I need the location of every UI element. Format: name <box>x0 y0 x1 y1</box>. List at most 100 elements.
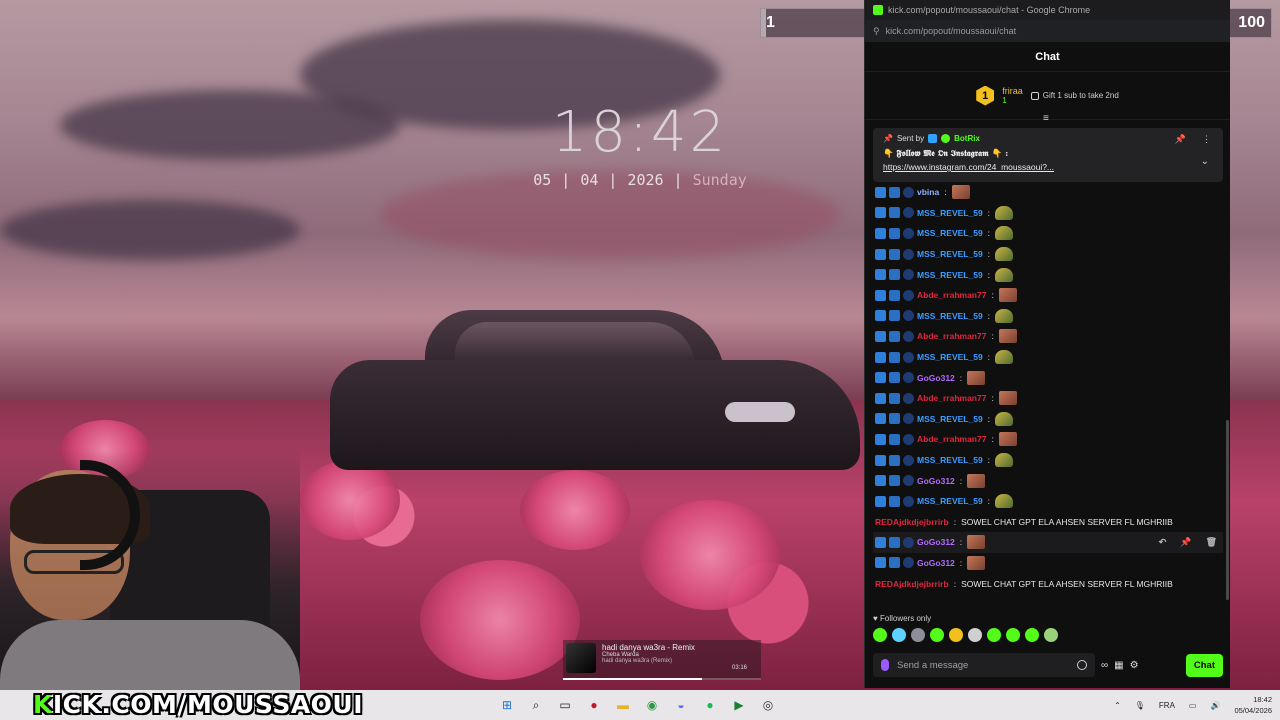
window-titlebar[interactable]: kick.com/popout/moussaoui/chat - Google … <box>865 0 1230 20</box>
chat-username[interactable]: MSS_REVEL_59 <box>917 496 983 506</box>
taskbar-clock[interactable]: 18:42 05/04/2026 <box>1234 694 1272 716</box>
chevron-down-icon[interactable]: ⌄ <box>1201 156 1209 167</box>
chat-message[interactable]: MSS_REVEL_59: <box>873 491 1223 512</box>
chat-input[interactable]: Send a message <box>873 653 1095 677</box>
collapse-pinned-icon[interactable]: ≡ <box>1043 113 1049 124</box>
chat-message[interactable]: MSS_REVEL_59: <box>873 264 1223 285</box>
track-subtitle: hadi danya wa3ra (Remix) <box>602 658 673 664</box>
discord-icon[interactable]: ◒ <box>671 695 691 715</box>
chat-message[interactable]: Abde_rrahman77: <box>873 388 1223 409</box>
clock-time: 18:42 <box>551 100 729 165</box>
chat-username[interactable]: Abde_rrahman77 <box>917 393 986 403</box>
chat-message[interactable]: MSS_REVEL_59: <box>873 244 1223 265</box>
emote-button[interactable] <box>1044 628 1058 642</box>
microphone-tray-icon[interactable]: 🎙 <box>1135 701 1145 710</box>
language-indicator[interactable]: FRA <box>1159 701 1175 710</box>
chat-username[interactable]: MSS_REVEL_59 <box>917 270 983 280</box>
site-info-icon[interactable]: ⚲ <box>873 26 880 37</box>
start-icon[interactable]: ⊞ <box>497 695 517 715</box>
gift-sub-button[interactable]: Gift 1 sub to take 2nd <box>1030 91 1119 100</box>
send-chat-button[interactable]: Chat <box>1185 653 1223 677</box>
chat-message[interactable]: REDAjdkdjejbrrirb: SOWEL CHAT GPT ELA AHS… <box>873 573 1223 594</box>
unpin-icon[interactable]: 📌 <box>1175 134 1186 145</box>
chat-username[interactable]: REDAjdkdjejbrrirb <box>875 579 949 589</box>
mod-badge-icon <box>875 248 886 260</box>
volume-icon[interactable]: 🔊 <box>1210 701 1220 710</box>
chat-username[interactable]: Abde_rrahman77 <box>917 434 986 444</box>
delete-icon[interactable]: 🗑 <box>1206 537 1217 548</box>
emote-button[interactable] <box>987 628 1001 642</box>
car-image <box>330 310 860 470</box>
chat-message[interactable]: vbina: <box>873 182 1223 203</box>
terminal-icon[interactable]: ▶ <box>729 695 749 715</box>
chat-username[interactable]: MSS_REVEL_59 <box>917 352 983 362</box>
gifter-name[interactable]: friraa <box>1002 86 1023 96</box>
turtle-emote-icon <box>995 267 1014 282</box>
emote-button[interactable] <box>949 628 963 642</box>
og-badge-icon <box>903 269 914 281</box>
pin-message-icon[interactable]: 📌 <box>1180 537 1191 548</box>
chat-username[interactable]: GoGo312 <box>917 373 955 383</box>
obs-icon[interactable]: ◎ <box>758 695 778 715</box>
chat-username[interactable]: MSS_REVEL_59 <box>917 414 983 424</box>
chat-username[interactable]: GoGo312 <box>917 476 955 486</box>
chat-username[interactable]: REDAjdkdjejbrrirb <box>875 517 949 527</box>
gifter-rank-badge: 1 <box>976 85 995 106</box>
chat-message[interactable]: Abde_rrahman77: <box>873 326 1223 347</box>
emote-button[interactable] <box>892 628 906 642</box>
chat-username[interactable]: MSS_REVEL_59 <box>917 311 983 321</box>
clock-weekday: Sunday <box>692 171 747 189</box>
emote-button[interactable] <box>911 628 925 642</box>
tray-chevron-up-icon[interactable]: ⌃ <box>1114 701 1121 710</box>
chat-message[interactable]: MSS_REVEL_59: <box>873 223 1223 244</box>
reply-icon[interactable]: ↶ <box>1159 537 1167 548</box>
infinity-icon[interactable]: ∞ <box>1101 660 1108 671</box>
chat-username[interactable]: MSS_REVEL_59 <box>917 228 983 238</box>
chat-message[interactable]: REDAjdkdjejbrrirb: SOWEL CHAT GPT ELA AHS… <box>873 512 1223 533</box>
chat-username[interactable]: MSS_REVEL_59 <box>917 249 983 259</box>
chat-message[interactable]: MSS_REVEL_59: <box>873 347 1223 368</box>
search-icon[interactable]: ⌕ <box>526 695 546 715</box>
emote-button[interactable] <box>873 628 887 642</box>
chrome-icon[interactable]: ◉ <box>642 695 662 715</box>
chat-message[interactable]: MSS_REVEL_59: <box>873 306 1223 327</box>
vip-badge-icon <box>889 310 900 322</box>
store-icon[interactable]: ▦ <box>1114 660 1123 671</box>
chat-message[interactable]: MSS_REVEL_59: <box>873 203 1223 224</box>
emote-button[interactable] <box>1006 628 1020 642</box>
emote-button[interactable] <box>968 628 982 642</box>
emote-button[interactable] <box>1025 628 1039 642</box>
chat-username[interactable]: Abde_rrahman77 <box>917 290 986 300</box>
network-icon[interactable]: ▭ <box>1189 701 1197 710</box>
chat-message[interactable]: GoGo312: <box>873 553 1223 574</box>
chat-message[interactable]: GoGo312: <box>873 470 1223 491</box>
more-options-icon[interactable]: ⋮ <box>1202 134 1211 145</box>
pinned-link[interactable]: https://www.instagram.com/24_moussaoui?.… <box>883 162 1213 172</box>
chat-message[interactable]: GoGo312: ↶ 📌 🗑 <box>873 532 1223 553</box>
pinned-bot-name[interactable]: BotRix <box>954 134 980 143</box>
separator: | <box>561 171 571 189</box>
chat-username[interactable]: Abde_rrahman77 <box>917 331 986 341</box>
chat-message[interactable]: Abde_rrahman77: <box>873 285 1223 306</box>
chat-message[interactable]: GoGo312: <box>873 367 1223 388</box>
chat-username[interactable]: GoGo312 <box>917 537 955 547</box>
chat-scrollbar[interactable] <box>1226 420 1229 600</box>
chat-username[interactable]: MSS_REVEL_59 <box>917 455 983 465</box>
settings-gear-icon[interactable]: ⚙ <box>1130 660 1139 671</box>
media-app-icon[interactable]: ● <box>584 695 604 715</box>
spotify-icon[interactable]: ● <box>700 695 720 715</box>
microphone-icon[interactable] <box>881 659 889 671</box>
chat-message-list[interactable]: vbina: MSS_REVEL_59: MSS_REVEL_59: MSS_REVE… <box>873 182 1223 607</box>
chat-username[interactable]: vbina <box>917 187 939 197</box>
chat-message[interactable]: Abde_rrahman77: <box>873 429 1223 450</box>
chat-message[interactable]: MSS_REVEL_59: <box>873 409 1223 430</box>
chat-username[interactable]: GoGo312 <box>917 558 955 568</box>
address-bar[interactable]: ⚲ kick.com/popout/moussaoui/chat <box>865 20 1230 42</box>
file-explorer-icon[interactable]: ▬ <box>613 695 633 715</box>
task-view-icon[interactable]: ▭ <box>555 695 575 715</box>
emoji-icon[interactable] <box>1077 660 1087 670</box>
chat-username[interactable]: MSS_REVEL_59 <box>917 208 983 218</box>
flower <box>420 560 580 680</box>
emote-button[interactable] <box>930 628 944 642</box>
chat-message[interactable]: MSS_REVEL_59: <box>873 450 1223 471</box>
